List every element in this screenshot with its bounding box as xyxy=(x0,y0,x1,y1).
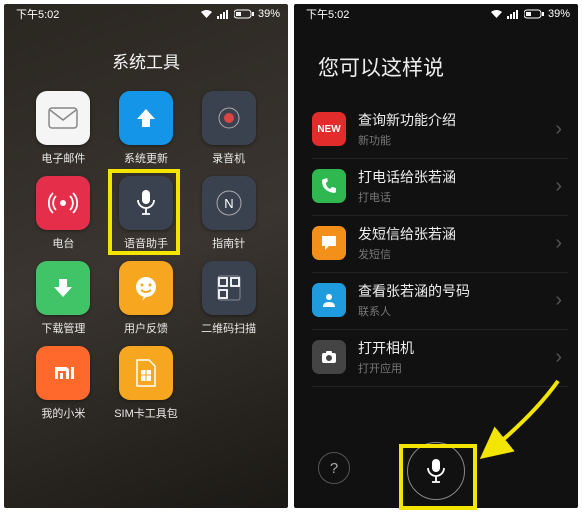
microphone-icon xyxy=(425,457,447,485)
status-bar: 下午5:02 39% xyxy=(4,4,288,24)
suggestions-list: NEW 查询新功能介绍 新功能 › 打电话给张若涵 打电话 › 发短信给张若涵 … xyxy=(294,102,578,387)
chevron-right-icon: › xyxy=(549,232,568,255)
phone-right: 下午5:02 39% 您可以这样说 NEW 查询新功能介绍 新功能 › 打电话给… xyxy=(294,4,578,508)
battery-percent: 39% xyxy=(548,8,570,20)
app-label: 录音机 xyxy=(212,150,245,166)
record-icon xyxy=(214,103,244,133)
status-bar: 下午5:02 39% xyxy=(294,4,578,24)
app-radio[interactable]: 电台 xyxy=(22,176,105,251)
sim-icon xyxy=(133,358,159,388)
signal-icon xyxy=(217,9,230,19)
app-recorder[interactable]: 录音机 xyxy=(187,91,270,166)
app-feedback[interactable]: 用户反馈 xyxy=(105,261,188,336)
app-voice-assistant[interactable]: 语音助手 xyxy=(105,176,188,251)
chevron-right-icon: › xyxy=(549,118,568,141)
help-button[interactable]: ? xyxy=(318,452,350,484)
app-compass[interactable]: N 指南针 xyxy=(187,176,270,251)
suggestion-subtitle: 打开应用 xyxy=(358,360,549,376)
battery-percent: 39% xyxy=(258,8,280,20)
sms-icon xyxy=(312,226,346,260)
bottom-bar: ? xyxy=(294,442,578,500)
app-updater[interactable]: 系统更新 xyxy=(105,91,188,166)
app-label: 用户反馈 xyxy=(124,320,168,336)
app-label: 指南针 xyxy=(212,235,245,251)
suggestion-new-features[interactable]: NEW 查询新功能介绍 新功能 › xyxy=(312,102,568,159)
wifi-icon xyxy=(490,9,503,19)
app-label: 电子邮件 xyxy=(41,150,85,166)
envelope-icon xyxy=(48,107,78,129)
suggestion-title: 查看张若涵的号码 xyxy=(358,281,549,301)
suggestion-title: 查询新功能介绍 xyxy=(358,110,549,130)
mi-logo-icon xyxy=(49,359,77,387)
suggestion-title: 打电话给张若涵 xyxy=(358,167,549,187)
app-label: 电台 xyxy=(52,235,74,251)
app-downloads[interactable]: 下载管理 xyxy=(22,261,105,336)
status-time: 下午5:02 xyxy=(16,6,59,22)
status-time: 下午5:02 xyxy=(306,6,349,22)
suggestion-open-camera[interactable]: 打开相机 打开应用 › xyxy=(312,330,568,387)
suggestion-subtitle: 联系人 xyxy=(358,303,549,319)
compass-icon: N xyxy=(214,188,244,218)
suggestion-call[interactable]: 打电话给张若涵 打电话 › xyxy=(312,159,568,216)
chevron-right-icon: › xyxy=(549,175,568,198)
chevron-right-icon: › xyxy=(549,289,568,312)
signal-icon xyxy=(507,9,520,19)
app-label: 下载管理 xyxy=(41,320,85,336)
suggestion-title: 打开相机 xyxy=(358,338,549,358)
app-label: SIM卡工具包 xyxy=(114,405,178,421)
question-icon: ? xyxy=(330,460,338,477)
app-email[interactable]: 电子邮件 xyxy=(22,91,105,166)
folder-title: 系统工具 xyxy=(4,48,288,73)
app-qr-scanner[interactable]: 二维码扫描 xyxy=(187,261,270,336)
app-label: 语音助手 xyxy=(124,235,168,251)
suggestion-title: 发短信给张若涵 xyxy=(358,224,549,244)
camera-icon xyxy=(312,340,346,374)
phone-icon xyxy=(312,169,346,203)
phone-left: 下午5:02 39% 系统工具 电子邮件 系统更新 录音机 xyxy=(4,4,288,508)
chevron-right-icon: › xyxy=(549,346,568,369)
microphone-icon xyxy=(134,188,158,218)
app-label: 二维码扫描 xyxy=(201,320,256,336)
feedback-icon xyxy=(132,274,160,302)
new-badge-icon: NEW xyxy=(312,112,346,146)
app-label: 系统更新 xyxy=(124,150,168,166)
app-label: 我的小米 xyxy=(41,405,85,421)
broadcast-icon xyxy=(48,188,78,218)
suggestion-subtitle: 打电话 xyxy=(358,189,549,205)
contact-icon xyxy=(312,283,346,317)
battery-icon xyxy=(234,9,254,19)
wifi-icon xyxy=(200,9,213,19)
app-grid: 电子邮件 系统更新 录音机 电台 语音助手 xyxy=(4,91,288,421)
arrow-up-icon xyxy=(133,105,159,131)
app-sim-toolkit[interactable]: SIM卡工具包 xyxy=(105,346,188,421)
voice-input-button[interactable] xyxy=(407,442,465,500)
suggestion-subtitle: 新功能 xyxy=(358,132,549,148)
suggestion-sms[interactable]: 发短信给张若涵 发短信 › xyxy=(312,216,568,273)
arrow-down-icon xyxy=(50,275,76,301)
page-title: 您可以这样说 xyxy=(318,52,578,82)
app-my-xiaomi[interactable]: 我的小米 xyxy=(22,346,105,421)
suggestion-contact[interactable]: 查看张若涵的号码 联系人 › xyxy=(312,273,568,330)
svg-text:N: N xyxy=(224,196,233,211)
battery-icon xyxy=(524,9,544,19)
qr-icon xyxy=(215,274,243,302)
suggestion-subtitle: 发短信 xyxy=(358,246,549,262)
